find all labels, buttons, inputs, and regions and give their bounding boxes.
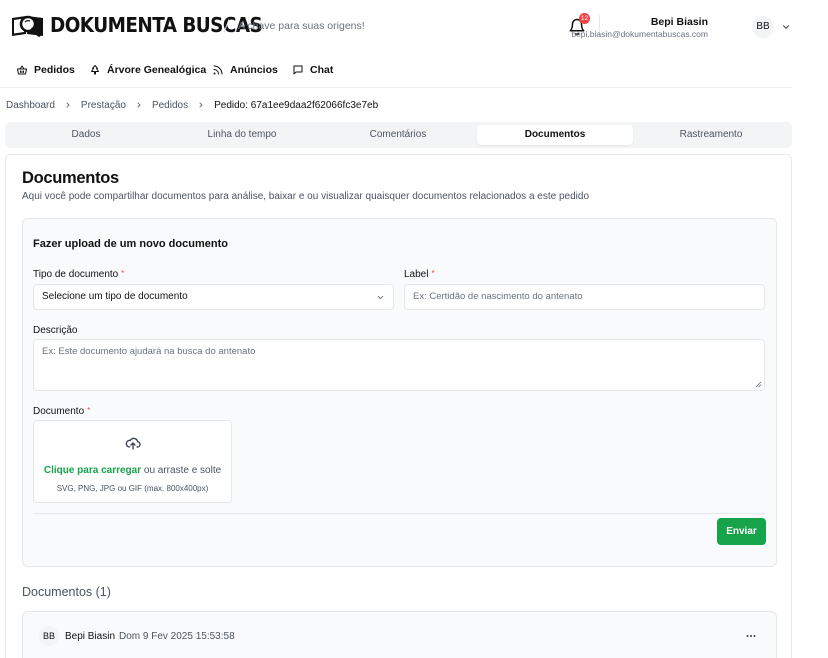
notification-badge: 12 (579, 13, 590, 24)
nav-item-arvore[interactable]: Árvore Genealógica (89, 58, 206, 82)
required-mark: * (431, 269, 435, 278)
page-subtitle: Aqui você pode compartilhar documentos p… (22, 191, 590, 202)
dropzone-text-rest: ou arraste e solte (141, 465, 222, 476)
cloud-upload-icon (125, 437, 141, 450)
description-textarea[interactable]: Ex: Este documento ajudará na busca do a… (33, 339, 765, 391)
document-type-select[interactable]: Selecione um tipo de documento (33, 284, 394, 310)
app-header: DOKUMENTA BUSCAS A chave para suas orige… (0, 0, 792, 52)
nav-item-label: Chat (310, 64, 334, 76)
brand-name: DOKUMENTA BUSCAS (50, 13, 263, 37)
breadcrumb-current: Pedido: 67a1ee9daa2f62066fc3e7eb (214, 99, 379, 111)
breadcrumb-dashboard[interactable]: Dashboard (6, 100, 55, 111)
tab-bar: Dados Linha do tempo Comentários Documen… (5, 122, 792, 148)
document-label-text: Documento (33, 406, 85, 417)
submit-button[interactable]: Enviar (717, 518, 766, 545)
upload-title: Fazer upload de um novo documento (33, 238, 228, 250)
description-placeholder: Ex: Este documento ajudará na busca do a… (42, 346, 256, 357)
label-field-label: Label * (404, 269, 435, 280)
document-type-label-text: Tipo de documento (33, 269, 119, 280)
tagline: A chave para suas origens! (238, 20, 365, 32)
document-type-value: Selecione um tipo de documento (42, 291, 188, 302)
label-input[interactable]: Ex: Certidão de nascimento do antenato (404, 284, 765, 310)
basket-icon (17, 65, 27, 75)
tab-comentarios[interactable]: Comentários (320, 125, 476, 145)
user-name: Bepi Biasin (650, 16, 708, 28)
rss-icon (213, 65, 223, 75)
nav-item-label: Pedidos (34, 64, 75, 76)
nav-item-chat[interactable]: Chat (292, 58, 333, 82)
required-mark: * (87, 406, 91, 415)
document-author: Bepi Biasin (65, 631, 116, 642)
label-input-placeholder: Ex: Certidão de nascimento do antenato (413, 291, 583, 302)
form-divider (33, 513, 765, 514)
upload-form: Fazer upload de um novo documento Tipo d… (22, 218, 777, 567)
document-label: Documento * (33, 406, 90, 417)
page-title: Documentos (22, 169, 119, 187)
user-avatar[interactable]: BB (752, 16, 774, 38)
nav-item-anuncios[interactable]: Anúncios (212, 58, 278, 82)
nav-item-pedidos[interactable]: Pedidos (16, 58, 75, 82)
documents-card: Documentos Aqui você pode compartilhar d… (5, 154, 792, 658)
book-magnifier-icon (12, 15, 43, 37)
chevron-right-icon (66, 102, 70, 108)
nav-item-label: Árvore Genealógica (107, 64, 207, 76)
list-item: BB Bepi Biasin Dom 9 Fev 2025 15:53:58 (22, 611, 777, 658)
tab-rastreamento[interactable]: Rastreamento (633, 125, 789, 145)
label-field-label-text: Label (404, 269, 429, 280)
tree-icon (91, 65, 99, 75)
user-email: bepi.biasin@dokumentabuscas.com (571, 29, 708, 39)
chevron-right-icon (199, 102, 203, 108)
dropzone-text: Clique para carregar ou arraste e solte (34, 465, 231, 476)
breadcrumb-pedidos[interactable]: Pedidos (152, 100, 188, 111)
document-date: Dom 9 Fev 2025 15:53:58 (119, 631, 235, 642)
document-type-label: Tipo de documento * (33, 269, 124, 280)
tab-documentos[interactable]: Documentos (477, 125, 633, 145)
file-dropzone[interactable]: Clique para carregar ou arraste e solte … (33, 420, 232, 503)
chevron-down-icon[interactable] (781, 22, 791, 32)
more-horizontal-icon[interactable] (745, 630, 757, 642)
tab-dados[interactable]: Dados (8, 125, 164, 145)
nav-divider (0, 87, 792, 88)
avatar: BB (39, 626, 59, 646)
dropzone-link[interactable]: Clique para carregar (44, 465, 141, 476)
chevron-down-icon (377, 295, 384, 300)
resize-handle-icon[interactable] (755, 381, 762, 388)
documents-list-heading: Documentos (1) (22, 585, 111, 599)
chat-icon (293, 65, 303, 75)
breadcrumb-prestacao[interactable]: Prestação (81, 100, 126, 111)
breadcrumb: Dashboard Prestação Pedidos Pedido: 67a1… (6, 98, 378, 112)
description-label: Descrição (33, 325, 78, 336)
dropzone-hint: SVG, PNG, JPG ou GIF (max. 800x400px) (56, 484, 209, 493)
required-mark: * (121, 269, 125, 278)
chevron-right-icon (137, 102, 141, 108)
nav-item-label: Anúncios (230, 64, 278, 76)
tab-linha-do-tempo[interactable]: Linha do tempo (164, 125, 320, 145)
